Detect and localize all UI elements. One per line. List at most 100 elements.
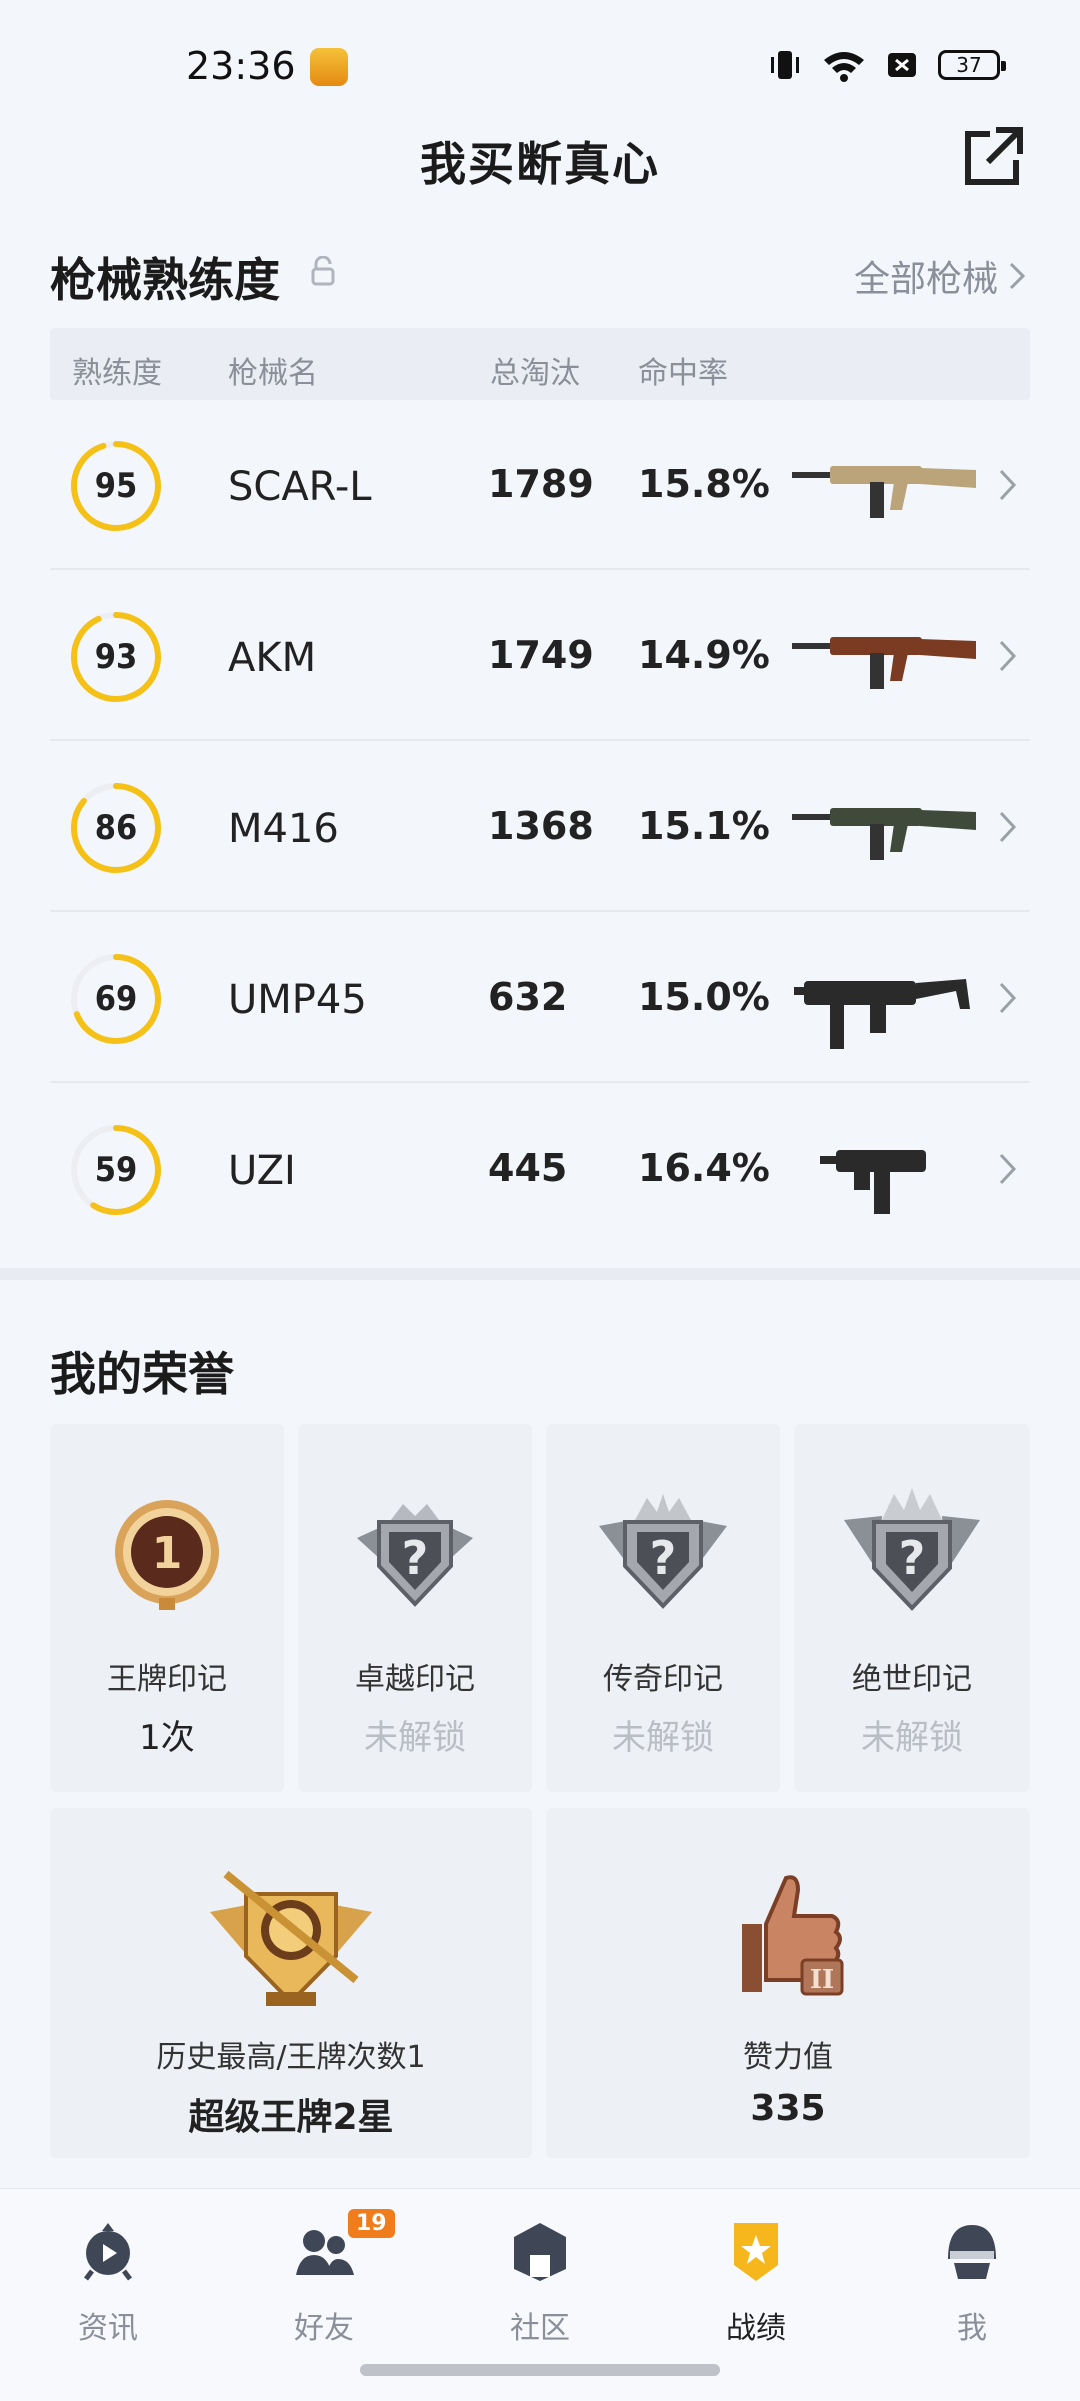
- ace-tier-icon: [210, 1870, 372, 2006]
- row-divider: [50, 568, 1030, 570]
- gun-accuracy: 15.8%: [638, 462, 770, 506]
- gun-kills: 1368: [488, 804, 594, 848]
- peerless-mark-icon: ?: [844, 1488, 980, 1611]
- gun-accuracy: 15.0%: [638, 975, 770, 1019]
- svg-text:?: ?: [899, 1531, 926, 1585]
- gun-accuracy: 14.9%: [638, 633, 770, 677]
- all-guns-label: 全部枪械: [853, 259, 998, 300]
- lock-icon[interactable]: [310, 256, 336, 286]
- col-kills: 总淘汰: [490, 356, 580, 391]
- home-indicator[interactable]: [360, 2364, 720, 2376]
- likes-label: 赞力值: [743, 2040, 833, 2075]
- nav-label: 资讯: [78, 2311, 138, 2346]
- col-accuracy: 命中率: [638, 356, 728, 391]
- honor-card-ace[interactable]: 1 王牌印记 1次: [50, 1424, 284, 1792]
- proficiency-level: 95: [94, 466, 138, 506]
- honor-label: 卓越印记: [355, 1662, 475, 1697]
- record-icon: [734, 2223, 778, 2281]
- nav-label: 社区: [510, 2311, 570, 2346]
- friends-badge: 19: [348, 2209, 395, 2238]
- honor-card-excellence[interactable]: ? 卓越印记 未解锁: [298, 1424, 532, 1792]
- chevron-right-icon: [1009, 262, 1026, 290]
- gun-image: [792, 808, 976, 860]
- gun-image: [792, 637, 976, 689]
- likes-value: 335: [750, 2088, 826, 2129]
- gun-image: [792, 466, 976, 518]
- battery-indicator: 37: [938, 50, 1006, 80]
- gun-image: [794, 979, 970, 1049]
- svg-text:?: ?: [650, 1531, 677, 1585]
- community-icon: [514, 2223, 566, 2281]
- nav-label: 战绩: [726, 2311, 786, 2346]
- gun-accuracy: 15.1%: [638, 804, 770, 848]
- svg-text:II: II: [810, 1965, 834, 1995]
- friends-icon: [296, 2230, 354, 2275]
- excellence-mark-icon: ?: [357, 1504, 473, 1607]
- proficiency-level: 59: [94, 1150, 138, 1190]
- gun-name: UZI: [228, 1148, 296, 1194]
- svg-text:1: 1: [152, 1528, 183, 1579]
- gun-name: AKM: [228, 635, 317, 681]
- gun-name: M416: [228, 806, 339, 852]
- honor-value: 1次: [139, 1718, 195, 1758]
- sim-off-icon: [888, 53, 916, 77]
- gun-section-title: 枪械熟练度: [50, 253, 280, 307]
- vibrate-icon: [771, 51, 799, 79]
- gun-kills: 445: [488, 1146, 568, 1190]
- honor-label: 传奇印记: [603, 1662, 723, 1697]
- wifi-icon: [824, 52, 864, 82]
- col-proficiency: 熟练度: [72, 356, 162, 391]
- chevron-right-icon: [999, 1153, 1017, 1185]
- ace-mark-icon: 1: [115, 1500, 219, 1610]
- proficiency-level: 86: [94, 808, 138, 848]
- nav-label: 好友: [294, 2311, 354, 2346]
- thumbs-up-icon: II: [742, 1875, 844, 1996]
- gun-accuracy: 16.4%: [638, 1146, 770, 1190]
- gun-row-scar-l[interactable]: 95 SCAR-L 1789 15.8%: [50, 400, 1030, 570]
- row-divider: [50, 1081, 1030, 1083]
- nav-label: 我: [957, 2311, 987, 2346]
- honor-card-legend[interactable]: ? 传奇印记 未解锁: [546, 1424, 780, 1792]
- highest-tier-label: 历史最高/王牌次数1: [156, 2040, 426, 2075]
- gun-kills: 1789: [488, 462, 594, 506]
- proficiency-level: 69: [94, 979, 138, 1019]
- page-title: 我买断真心: [420, 137, 660, 191]
- gun-row-uzi[interactable]: 59 UZI 445 16.4%: [50, 1084, 1030, 1254]
- highest-tier-value: 超级王牌2星: [188, 2097, 394, 2138]
- gun-row-m416[interactable]: 86 M416 1368 15.1%: [50, 742, 1030, 912]
- legend-mark-icon: ?: [599, 1494, 727, 1609]
- news-icon: [84, 2223, 132, 2281]
- likes-card[interactable]: II 赞力值 335: [546, 1808, 1030, 2158]
- honor-label: 王牌印记: [107, 1662, 227, 1697]
- status-icons: 37: [768, 48, 1006, 82]
- gun-image: [820, 1150, 926, 1214]
- all-guns-link[interactable]: 全部枪械: [854, 250, 1026, 302]
- gun-row-ump45[interactable]: 69 UMP45 632 15.0%: [50, 913, 1030, 1083]
- chevron-right-icon: [999, 640, 1017, 672]
- gun-kills: 632: [488, 975, 568, 1019]
- row-divider: [50, 739, 1030, 741]
- chevron-right-icon: [999, 811, 1017, 843]
- svg-text:?: ?: [402, 1531, 429, 1585]
- chevron-right-icon: [999, 469, 1017, 501]
- gun-kills: 1749: [488, 633, 594, 677]
- highest-tier-card[interactable]: 历史最高/王牌次数1 超级王牌2星: [50, 1808, 532, 2158]
- honor-section-title: 我的荣誉: [50, 1347, 234, 1401]
- share-icon[interactable]: [962, 124, 1026, 188]
- profile-icon: [948, 2225, 996, 2279]
- status-time: 23:36: [186, 44, 296, 88]
- gun-name: SCAR-L: [228, 464, 372, 510]
- proficiency-level: 93: [94, 637, 138, 677]
- table-header: 熟练度 枪械名 总淘汰 命中率: [50, 328, 1030, 400]
- honor-value: 未解锁: [861, 1718, 963, 1758]
- col-gun-name: 枪械名: [228, 356, 318, 391]
- honor-value: 未解锁: [364, 1718, 466, 1758]
- row-divider: [50, 910, 1030, 912]
- gun-row-akm[interactable]: 93 AKM 1749 14.9%: [50, 571, 1030, 741]
- honor-label: 绝世印记: [852, 1662, 972, 1697]
- section-divider: [0, 1268, 1080, 1280]
- gun-name: UMP45: [228, 977, 367, 1023]
- honor-card-peerless[interactable]: ? 绝世印记 未解锁: [794, 1424, 1030, 1792]
- chevron-right-icon: [999, 982, 1017, 1014]
- honor-value: 未解锁: [612, 1718, 714, 1758]
